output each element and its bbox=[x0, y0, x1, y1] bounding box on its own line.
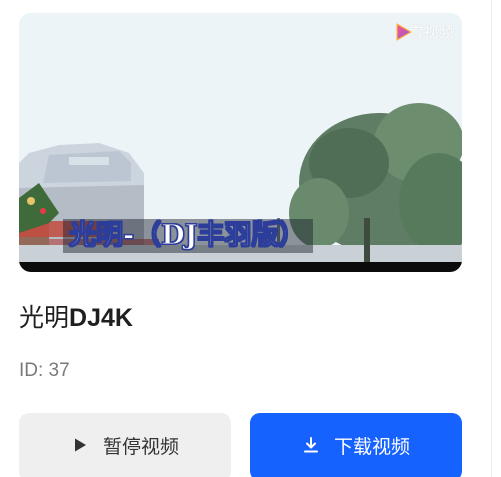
song-title: 光明DJ4K bbox=[19, 300, 133, 336]
pause-video-label: 暂停视频 bbox=[102, 435, 179, 458]
video-frame[interactable]: 小雪视频 光明-（DJ丰羽版） bbox=[19, 13, 462, 262]
video-detail-page: 小雪视频 光明-（DJ丰羽版） 光明DJ4K ID: 37 暂停视频 下载视频 bbox=[0, 0, 501, 477]
download-video-button[interactable]: 下载视频 bbox=[250, 413, 462, 477]
adjacent-card-edge bbox=[491, 0, 492, 477]
song-id: ID: 37 bbox=[19, 360, 70, 381]
video-app-logo-icon bbox=[396, 23, 412, 41]
download-icon bbox=[303, 437, 318, 453]
song-title-cn: 光明 bbox=[19, 303, 70, 332]
video-progress-strip bbox=[19, 262, 462, 272]
download-video-label: 下载视频 bbox=[333, 435, 410, 458]
video-player[interactable]: 小雪视频 光明-（DJ丰羽版） bbox=[19, 13, 462, 272]
play-icon bbox=[74, 438, 86, 452]
video-subtitle: 光明-（DJ丰羽版） bbox=[63, 219, 314, 253]
brand-logo: 小雪视频 bbox=[394, 22, 454, 42]
pause-video-button[interactable]: 暂停视频 bbox=[19, 413, 231, 477]
song-title-latin: DJ4K bbox=[69, 304, 133, 332]
